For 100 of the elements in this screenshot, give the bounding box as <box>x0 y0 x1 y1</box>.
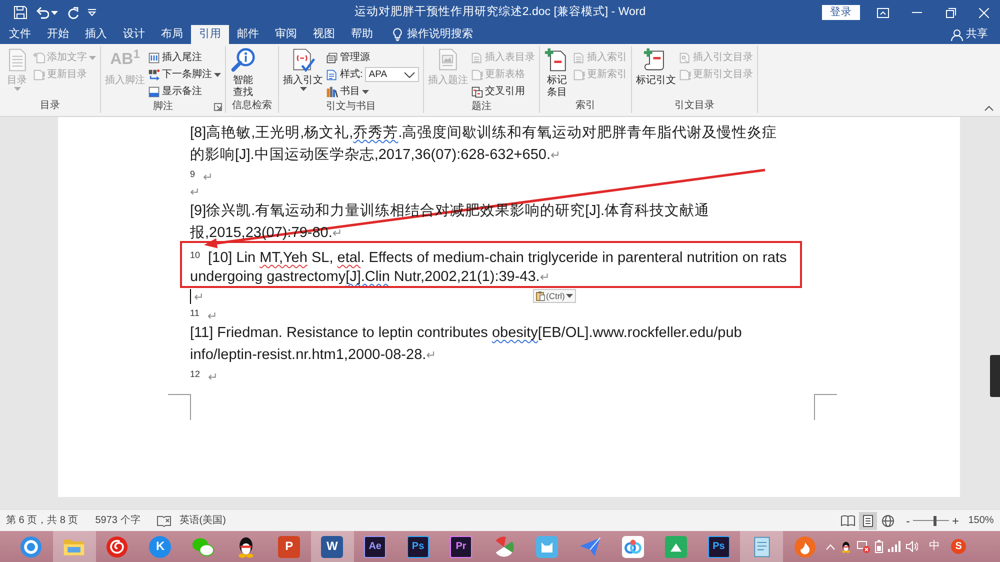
page-tools-icon <box>678 52 691 64</box>
next-footnote-icon <box>148 68 160 80</box>
chevron-up-icon[interactable] <box>826 544 836 550</box>
volume-icon[interactable] <box>906 541 918 552</box>
letter-logo: Ps <box>407 536 430 558</box>
ribbon-tab[interactable]: 布局 <box>153 25 191 44</box>
ribbon-button[interactable]: 标记 条目 <box>542 46 571 99</box>
letter-logo: Ae <box>364 536 386 558</box>
page-exclamation-icon <box>470 68 483 80</box>
superscript-number: 10 <box>190 250 200 260</box>
reference-text: [10] Lin MT,Yeh SL, etal. Effects of medium-chain triglyceride in parenteral nutrition on rats <box>208 250 787 266</box>
ribbon-button[interactable]: 标记引文 <box>634 46 677 87</box>
share-button[interactable]: 共享 <box>951 25 1000 44</box>
ribbon-display-icon[interactable] <box>877 8 889 18</box>
page-list-icon <box>326 68 338 80</box>
ribbon-tab[interactable]: 邮件 <box>229 25 267 44</box>
sign-in-button[interactable]: 登录 <box>822 5 860 20</box>
lightbulb-icon <box>393 28 402 41</box>
taskbar-button[interactable]: P <box>268 531 311 562</box>
ribbon-tab[interactable]: 开始 <box>39 25 77 44</box>
chevron-down-icon <box>404 72 415 78</box>
view-button[interactable] <box>858 512 877 530</box>
group-label: 信息检索 <box>232 100 272 112</box>
proofing-book-icon[interactable] <box>157 514 172 526</box>
language-status[interactable]: 英语(美国) <box>179 514 226 526</box>
letter-logo: K <box>149 536 172 558</box>
save-icon[interactable] <box>14 6 27 19</box>
ribbon-button[interactable]: 插入引文 <box>282 46 324 93</box>
ribbon-button[interactable]: 下一条脚注 <box>147 66 222 83</box>
taskbar-button[interactable]: Ps <box>396 531 440 562</box>
group-label: 引文与书目 <box>326 100 376 112</box>
ribbon-button[interactable]: 显示备注 <box>147 83 222 100</box>
endnote-icon <box>148 52 160 64</box>
person-icon <box>951 28 963 40</box>
zoom-level[interactable]: 150% <box>962 514 1000 526</box>
signal-bars-icon[interactable] <box>888 541 902 552</box>
zoom-out-button[interactable]: - <box>902 514 913 526</box>
window-title: 运动对肥胖干预性作用研究综述2.doc [兼容模式] - Word <box>354 6 646 20</box>
caret-icon <box>566 294 573 298</box>
ribbon-tab[interactable]: 文件 <box>1 25 39 44</box>
ribbon-tab[interactable]: 审阅 <box>267 25 305 44</box>
caret-icon <box>51 10 58 14</box>
reference-text: undergoing gastrectomy[J].Clin Nutr,2002,21(1):39-43. <box>190 269 540 285</box>
letter-logo: W <box>321 536 344 558</box>
stacked-pages-icon <box>326 52 338 64</box>
taskbar-button[interactable]: Pr <box>440 531 482 562</box>
paragraph-mark: ↵ <box>208 370 218 384</box>
tell-me-field[interactable]: 操作说明搜索 <box>407 28 479 42</box>
ribbon-button[interactable]: 交叉引用 <box>470 83 536 100</box>
paragraph-mark: ↵ <box>207 309 218 323</box>
ribbon-tab[interactable]: 设计 <box>115 25 153 44</box>
taskbar-button[interactable]: W <box>310 531 354 562</box>
restore-icon[interactable] <box>946 8 956 18</box>
penguin-icon[interactable] <box>840 540 852 552</box>
swirl-logo-icon <box>106 536 128 558</box>
footnote-symbol: AB$^{1}$ <box>110 47 140 70</box>
taskbar-button[interactable]: Ps <box>697 531 740 562</box>
redo-icon[interactable] <box>67 6 79 18</box>
ribbon-tab[interactable]: 帮助 <box>343 25 381 44</box>
undo-icon[interactable] <box>36 6 49 18</box>
clipboard-icon <box>536 291 545 301</box>
page-count[interactable]: 第 6 页，共 8 页 <box>6 514 78 526</box>
collapse-ribbon-icon[interactable] <box>984 105 994 111</box>
cat-logo-icon <box>536 536 558 558</box>
dialog-launcher-icon[interactable] <box>214 102 222 110</box>
ribbon-tab[interactable]: 视图 <box>305 25 343 44</box>
ring-logo-icon <box>20 536 42 558</box>
reference-text: info/leptin-resist.nr.htm1,2000-08-28. <box>190 347 426 363</box>
zoom-slider-thumb[interactable] <box>933 516 936 526</box>
battery-icon[interactable] <box>875 540 884 553</box>
word-count[interactable]: 5973 个字 <box>95 514 140 526</box>
group-label: 目录 <box>40 100 60 112</box>
magnifier-info-icon <box>230 47 256 73</box>
ribbon-button[interactable]: 管理源 <box>325 49 420 66</box>
network-alert-icon[interactable] <box>857 540 870 553</box>
customize-icon[interactable] <box>88 9 96 16</box>
ribbon-tab[interactable]: 引用 <box>191 25 229 44</box>
paragraph-mark: ↵ <box>190 185 200 199</box>
group-label: 索引 <box>575 100 596 112</box>
letter-logo: Pr <box>450 536 472 558</box>
triangle-tile-icon <box>664 536 687 558</box>
zoom-in-button[interactable]: + <box>948 514 962 526</box>
close-icon[interactable] <box>979 8 989 18</box>
taskbar-button[interactable]: Ae <box>354 531 397 562</box>
page-plus-icon <box>33 52 45 64</box>
page-exclamation-icon <box>678 68 691 80</box>
linked-pages-icon <box>470 86 483 98</box>
paste-options-button[interactable]: (Ctrl) <box>533 289 576 303</box>
ribbon-tab[interactable]: 插入 <box>77 25 115 44</box>
group-label: 脚注 <box>153 100 173 112</box>
ribbon-button[interactable]: 书目 <box>325 83 420 100</box>
chat-bubbles-icon <box>192 536 214 558</box>
flame-logo-icon <box>794 536 816 558</box>
style-dropdown[interactable]: APA <box>364 67 419 82</box>
ribbon-button[interactable]: 插入尾注 <box>147 49 222 66</box>
letter-logo[interactable]: S <box>951 539 966 554</box>
paragraph-mark: ↵ <box>550 148 561 162</box>
superscript-number: 9 <box>190 169 196 179</box>
ribbon-button[interactable]: 智能 查找 <box>229 46 257 99</box>
page-icon <box>862 514 873 526</box>
